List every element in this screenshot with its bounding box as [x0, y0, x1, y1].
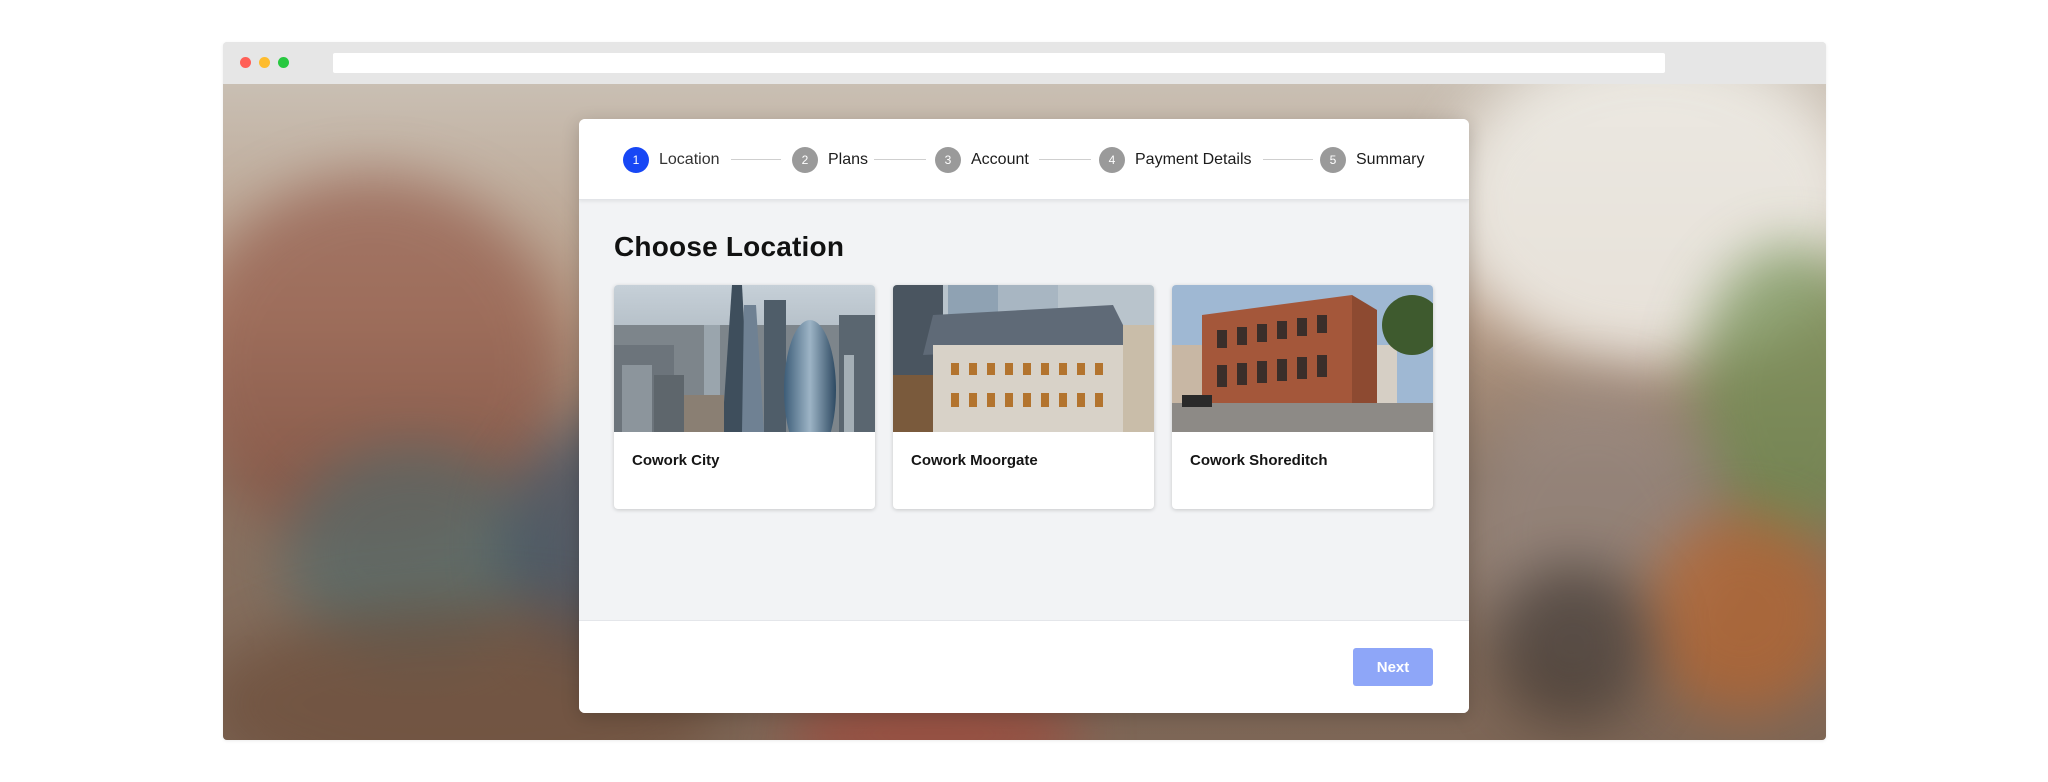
classic-building-image	[893, 285, 1154, 432]
step-label: Payment Details	[1135, 151, 1252, 168]
step-label: Summary	[1356, 151, 1425, 168]
step-connector	[731, 159, 781, 160]
address-bar[interactable]	[333, 53, 1665, 73]
step-label: Location	[659, 151, 720, 168]
step-payment-details[interactable]: 4 Payment Details	[1099, 147, 1252, 173]
step-number: 3	[935, 147, 961, 173]
step-location[interactable]: 1 Location	[623, 147, 720, 173]
location-card-cowork-moorgate[interactable]: Cowork Moorgate	[893, 285, 1154, 509]
signup-wizard-modal: 1 Location 2 Plans 3 Account 4 Payment D…	[579, 119, 1469, 713]
step-account[interactable]: 3 Account	[935, 147, 1029, 173]
brick-building-image	[1172, 285, 1433, 432]
maximize-window-icon[interactable]	[278, 57, 289, 68]
city-skyline-image	[614, 285, 875, 432]
step-plans[interactable]: 2 Plans	[792, 147, 868, 173]
step-number: 4	[1099, 147, 1125, 173]
step-connector	[1263, 159, 1313, 160]
location-name: Cowork City	[632, 452, 720, 469]
location-name: Cowork Moorgate	[911, 452, 1038, 469]
step-connector	[1039, 159, 1091, 160]
location-card-cowork-city[interactable]: Cowork City	[614, 285, 875, 509]
next-button[interactable]: Next	[1353, 648, 1433, 686]
progress-stepper: 1 Location 2 Plans 3 Account 4 Payment D…	[579, 119, 1469, 200]
step-connector	[874, 159, 926, 160]
close-window-icon[interactable]	[240, 57, 251, 68]
step-number: 1	[623, 147, 649, 173]
minimize-window-icon[interactable]	[259, 57, 270, 68]
location-name: Cowork Shoreditch	[1190, 452, 1328, 469]
browser-titlebar	[223, 42, 1826, 84]
page-title: Choose Location	[614, 231, 845, 262]
step-number: 5	[1320, 147, 1346, 173]
browser-window: 1 Location 2 Plans 3 Account 4 Payment D…	[223, 42, 1826, 740]
step-label: Account	[971, 151, 1029, 168]
step-label: Plans	[828, 151, 869, 168]
location-card-cowork-shoreditch[interactable]: Cowork Shoreditch	[1172, 285, 1433, 509]
step-number: 2	[792, 147, 818, 173]
modal-footer: Next	[579, 620, 1469, 713]
step-summary[interactable]: 5 Summary	[1320, 147, 1424, 173]
